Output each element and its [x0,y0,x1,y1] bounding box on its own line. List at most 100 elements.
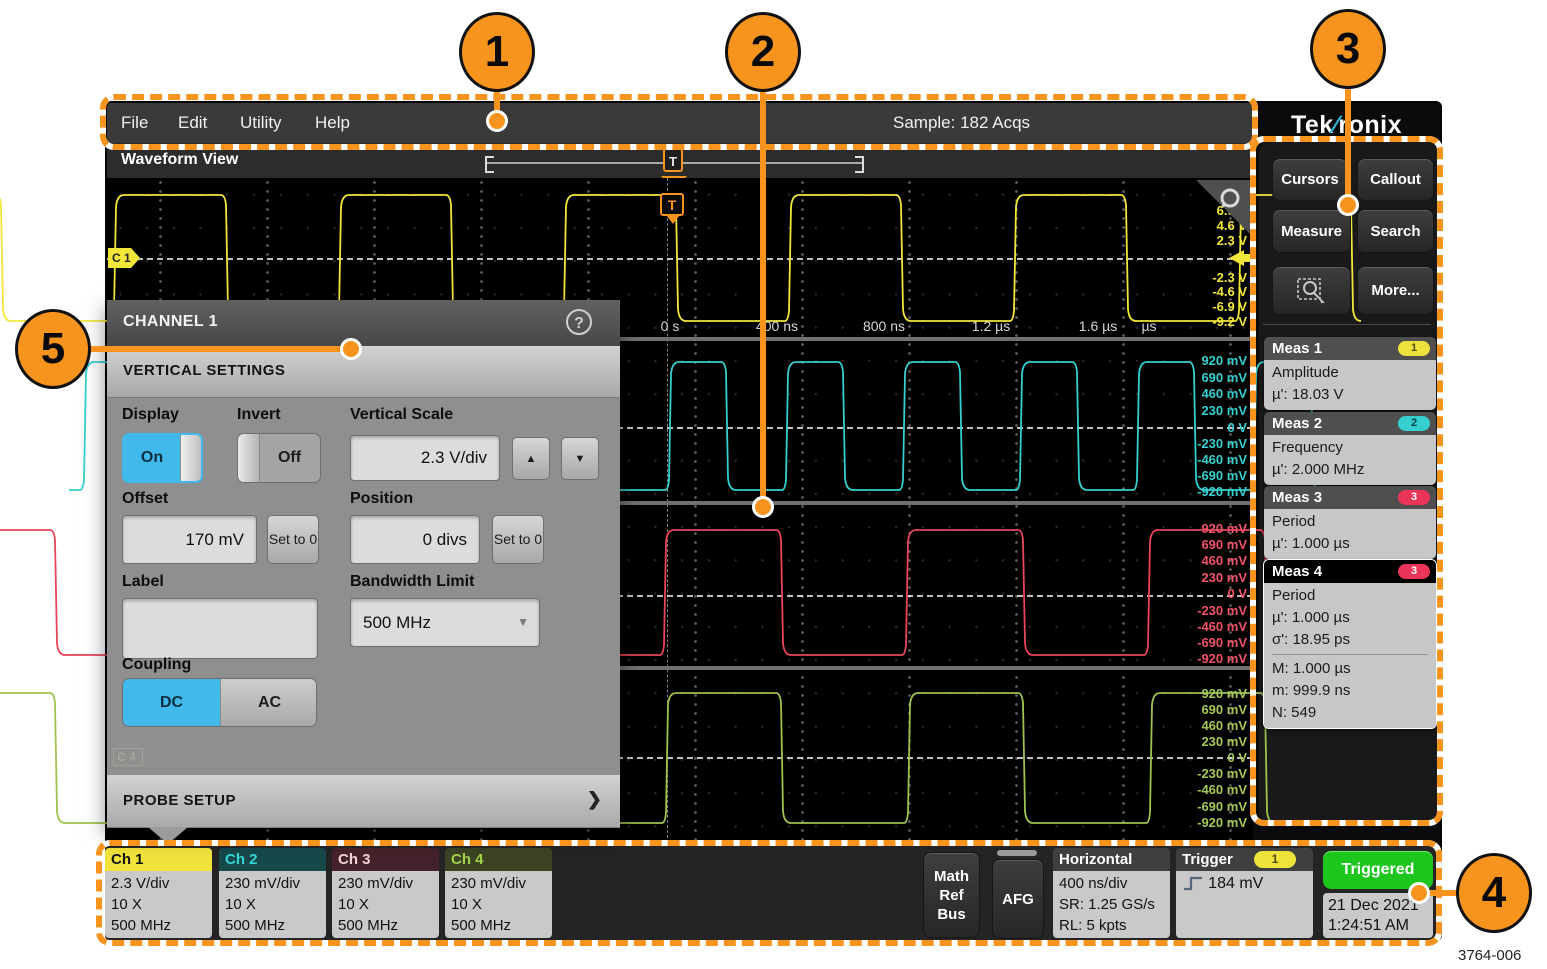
ch4-scale-label: -920 mV [1197,815,1247,830]
bandwidth-limit-label: Bandwidth Limit [350,573,474,591]
coupling-selector: DC AC [122,678,317,727]
label-label: Label [122,573,164,591]
dialog-header[interactable]: CHANNEL 1 ? [107,300,620,346]
invert-toggle-knob [238,434,260,482]
ch4-scale-label: -230 mV [1197,766,1247,781]
invert-toggle-off-label: Off [259,434,320,482]
label-input[interactable] [122,598,318,659]
ch4-scale-label: 920 mV [1201,686,1247,701]
bandwidth-dropdown[interactable]: 500 MHz ▼ [350,598,540,647]
callout-5-marker: 5 [15,309,91,389]
callout-2-dot [752,496,774,518]
scale-up-button[interactable]: ▲ [512,437,550,480]
ch1-scale-label: 2.3 V [1217,233,1247,248]
ch3-scale-label: 460 mV [1201,553,1247,568]
display-label: Display [122,406,179,424]
offset-label: Offset [122,490,168,508]
trigger-level-arrow[interactable] [1229,250,1244,266]
figure-number: 3764-006 [1458,947,1521,964]
ch3-scale-label: 690 mV [1201,537,1247,552]
display-toggle-on-label: On [124,435,180,481]
ch2-scale-label: 460 mV [1201,386,1247,401]
callout-1-marker: 1 [459,12,535,92]
callout-2-marker: 2 [725,12,801,92]
position-label: Position [350,490,413,508]
coupling-dc-button[interactable]: DC [123,679,220,726]
ch4-scale-label: -460 mV [1197,782,1247,797]
position-input[interactable]: 0 divs [350,515,480,564]
callout-1-dot [486,110,508,132]
display-toggle[interactable]: On [122,433,203,483]
ch4-scale-label: 0 V [1227,750,1247,765]
time-axis-label: 800 ns [839,318,929,334]
ch4-waveform-handle-ghost: C 4 [113,748,143,766]
ch2-scale-label: 920 mV [1201,353,1247,368]
ch2-scale-label: 690 mV [1201,370,1247,385]
channel1-dialog: CHANNEL 1 ? VERTICAL SETTINGS Display In… [107,300,620,827]
annotated-screenshot: File Edit Utility Help Sample: 182 Acqs … [0,0,1547,969]
chevron-right-icon: ❯ [587,789,602,810]
down-arrow-icon: ▼ [575,453,586,465]
ch2-scale-label: -690 mV [1197,468,1247,483]
coupling-label: Coupling [122,656,191,674]
ch1-scale-label: -6.9 V [1212,299,1247,314]
scale-down-button[interactable]: ▼ [561,437,599,480]
offset-set-to-0-button[interactable]: Set to 0 [267,515,319,564]
trigger-position-marker[interactable]: T [663,148,683,172]
ch1-scale-label: -9.2 V [1212,314,1247,329]
probe-setup-section[interactable]: PROBE SETUP ❯ [107,775,620,828]
time-axis-label: 400 ns [732,318,822,334]
ch3-scale-label: -230 mV [1197,603,1247,618]
invert-toggle[interactable]: Off [237,433,321,483]
bandwidth-value: 500 MHz [363,613,431,632]
ch2-scale-label: 0 V [1227,420,1247,435]
vertical-settings-label: VERTICAL SETTINGS [123,362,285,379]
callout-5-dot [340,338,362,360]
waveform-view-title: Waveform View [121,151,238,169]
annotation-frame-menubar [100,94,1258,150]
probe-setup-label: PROBE SETUP [123,792,236,809]
logo-text-pre: Tek [1291,111,1334,139]
annotation-frame-bottombar [96,840,1442,946]
display-toggle-knob [180,435,202,481]
ch3-scale-label: 920 mV [1201,521,1247,536]
trigger-flag[interactable]: T [660,193,684,216]
time-axis-label: 0 s [625,318,715,334]
position-set-to-0-button[interactable]: Set to 0 [492,515,544,564]
up-arrow-icon: ▲ [526,453,537,465]
callout-5-stem [90,346,344,352]
ch4-scale-label: 230 mV [1201,734,1247,749]
ch2-scale-label: -460 mV [1197,452,1247,467]
ruler-right-bracket [855,156,864,173]
ch4-scale-label: -690 mV [1197,799,1247,814]
ch2-scale-label: -230 mV [1197,436,1247,451]
ch3-scale-label: -920 mV [1197,651,1247,666]
ch4-scale-label: 460 mV [1201,718,1247,733]
ch1-scale-label: -2.3 V [1212,270,1247,285]
annotation-frame-rightpanel [1250,136,1443,826]
vertical-scale-label: Vertical Scale [350,406,453,424]
dropdown-arrow-icon: ▼ [517,599,529,646]
offset-input[interactable]: 170 mV [122,515,257,564]
ch2-scale-label: -920 mV [1197,484,1247,499]
callout-2-stem [760,88,766,500]
time-axis-label: µs [1104,318,1194,334]
callout-3-marker: 3 [1310,9,1386,89]
ch3-scale-label: 0 V [1227,586,1247,601]
ch2-scale-label: 230 mV [1201,403,1247,418]
ch3-scale-label: 230 mV [1201,570,1247,585]
callout-4-dot [1408,882,1430,904]
ch3-scale-label: -690 mV [1197,635,1247,650]
ch4-scale-label: 690 mV [1201,702,1247,717]
help-icon[interactable]: ? [566,309,592,335]
coupling-ac-button[interactable]: AC [220,679,317,726]
callout-3-stem [1345,85,1351,197]
ruler-left-bracket [485,156,494,173]
dialog-title: CHANNEL 1 [123,313,218,331]
vertical-scale-input[interactable]: 2.3 V/div [350,435,500,481]
callout-3-dot [1337,194,1359,216]
ch1-scale-label: -4.6 V [1212,284,1247,299]
ch3-scale-label: -460 mV [1197,619,1247,634]
invert-label: Invert [237,406,281,424]
vertical-settings-section[interactable]: VERTICAL SETTINGS [107,346,620,398]
